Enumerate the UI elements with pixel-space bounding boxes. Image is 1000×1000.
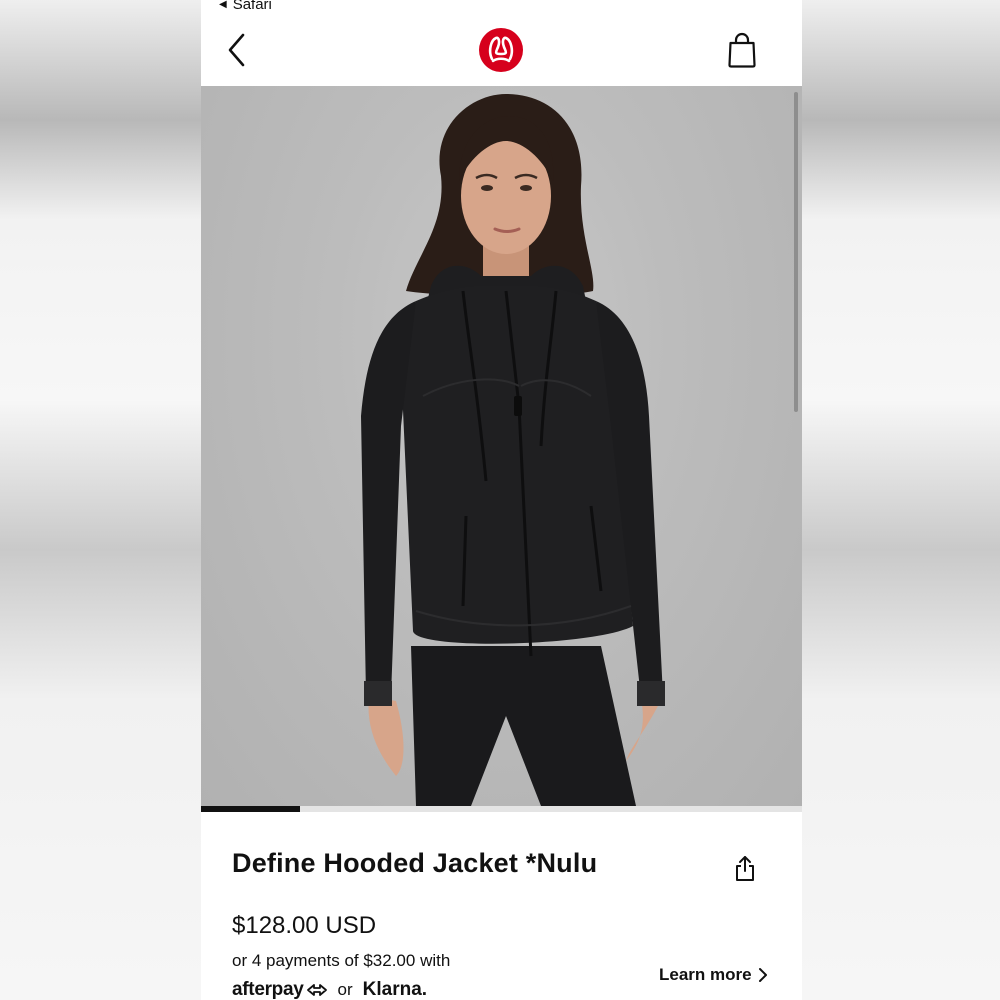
klarna-logo[interactable]: Klarna.	[363, 979, 427, 1000]
back-to-app-icon: ◀	[219, 0, 227, 10]
product-image[interactable]	[201, 86, 802, 806]
status-bar[interactable]: ◀ Safari	[219, 0, 272, 14]
afterpay-logo[interactable]: afterpay	[232, 979, 328, 1000]
chevron-left-icon[interactable]	[225, 32, 249, 68]
phone-screen: ◀ Safari Define Hooded Jacket *Nulu $128…	[201, 0, 802, 1000]
shopping-bag-icon[interactable]	[727, 32, 757, 68]
payment-providers: afterpay or Klarna.	[232, 977, 427, 1000]
learn-more-label: Learn more	[659, 965, 752, 984]
installments-text: or 4 payments of $32.00 with	[232, 951, 451, 970]
navigation-bar	[201, 14, 802, 86]
lululemon-logo[interactable]	[479, 28, 523, 72]
share-icon[interactable]	[733, 854, 757, 882]
model-photo	[361, 94, 665, 806]
background-right	[802, 0, 1000, 1000]
carousel-progress	[201, 806, 301, 812]
chevron-right-icon	[758, 968, 767, 982]
product-title: Define Hooded Jacket *Nulu	[232, 848, 598, 878]
afterpay-arrows-icon	[306, 984, 327, 996]
image-carousel-indicator[interactable]	[201, 806, 802, 812]
image-scrollbar[interactable]	[794, 92, 798, 412]
product-price: $128.00 USD	[232, 912, 377, 939]
back-app-label: Safari	[232, 0, 272, 13]
learn-more-link[interactable]: Learn more	[659, 965, 768, 985]
background-left	[0, 0, 201, 1000]
payment-or: or	[337, 980, 353, 999]
